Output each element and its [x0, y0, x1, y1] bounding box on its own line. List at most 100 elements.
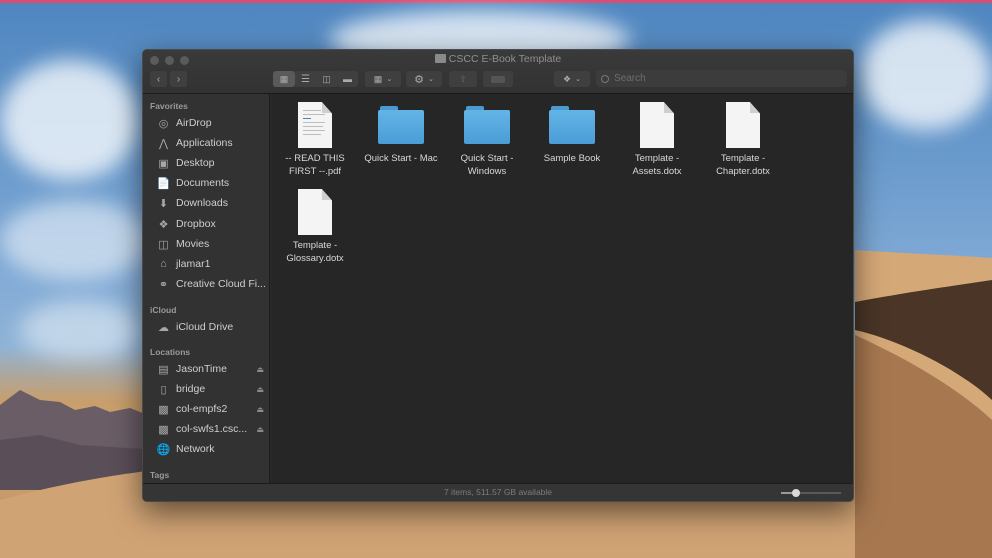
status-text: 7 items, 511.57 GB available	[443, 487, 553, 497]
eject-icon[interactable]: ⏏	[256, 365, 264, 374]
file-name: Template - Chapter.dotx	[716, 153, 770, 177]
cloud	[860, 20, 992, 130]
file-name: Template - Glossary.dotx	[286, 240, 344, 264]
creative-cloud-icon: ⚭	[158, 278, 169, 291]
movies-icon: ◫	[158, 238, 169, 251]
sidebar-item-label: Downloads	[176, 197, 228, 209]
sidebar-item-airdrop[interactable]: ◎ AirDrop	[157, 114, 267, 132]
sidebar-item-label: jlamar1	[176, 258, 211, 270]
sidebar-item-applications[interactable]: ⋀ Applications	[157, 134, 267, 152]
file-item-quick-start-windows[interactable]: Quick Start - Windows	[444, 102, 530, 178]
sidebar-item-col-swfs1[interactable]: ▩ col-swfs1.csc... ⏏	[157, 420, 267, 438]
sidebar-item-col-empfs2[interactable]: ▩ col-empfs2 ⏏	[157, 400, 267, 418]
forward-button[interactable]: ›	[170, 71, 187, 87]
downloads-icon: ⬇	[158, 197, 169, 210]
gallery-view-button[interactable]: ▬	[337, 71, 358, 87]
list-view-button[interactable]: ☰	[295, 71, 316, 87]
sidebar-item-network[interactable]: 🌐 Network	[157, 440, 267, 458]
sidebar-item-icloud-drive[interactable]: ☁ iCloud Drive	[157, 318, 267, 336]
dropbox-icon: ❖	[563, 73, 572, 84]
sidebar-item-label: JasonTime	[176, 363, 227, 375]
cloud-icon: ☁	[158, 321, 169, 334]
group-grid-icon: ▦	[373, 73, 383, 84]
column-view-button[interactable]: ◫	[316, 71, 337, 87]
chevron-down-icon: ⌄	[428, 76, 434, 83]
status-bar: 7 items, 511.57 GB available	[143, 483, 853, 501]
pdf-document-icon	[298, 102, 332, 148]
word-template-icon	[298, 189, 332, 235]
airdrop-icon: ◎	[158, 117, 169, 130]
sidebar-section-icloud: iCloud	[150, 305, 177, 315]
sidebar-item-downloads[interactable]: ⬇ Downloads	[157, 194, 267, 212]
grid-icon: ▦	[279, 73, 289, 84]
list-icon: ☰	[301, 73, 310, 85]
file-item-sample-book[interactable]: Sample Book	[529, 102, 615, 166]
sidebar-item-label: Applications	[176, 137, 233, 149]
folder-icon	[434, 54, 446, 63]
search-icon	[601, 74, 609, 83]
eject-icon[interactable]: ⏏	[256, 425, 264, 434]
file-item-template-assets[interactable]: Template - Assets.dotx	[614, 102, 700, 178]
icon-view-button[interactable]: ▦	[273, 71, 295, 87]
file-item-template-chapter[interactable]: Template - Chapter.dotx	[700, 102, 786, 178]
file-browser: -- READ THIS FIRST --.pdf Quick Start - M…	[271, 94, 853, 485]
eject-icon[interactable]: ⏏	[256, 405, 264, 414]
word-template-icon	[726, 102, 760, 148]
word-template-icon	[640, 102, 674, 148]
gallery-icon: ▬	[343, 74, 352, 84]
sidebar-item-documents[interactable]: 📄 Documents	[157, 174, 267, 192]
server-icon: ▩	[158, 423, 169, 436]
sidebar-item-label: Movies	[176, 238, 210, 250]
folder-icon	[378, 106, 424, 144]
file-item-read-this-first[interactable]: -- READ THIS FIRST --.pdf	[272, 102, 358, 178]
sidebar-item-bridge[interactable]: ▯ bridge ⏏	[157, 380, 267, 398]
chevron-right-icon: ›	[176, 73, 181, 85]
search-field[interactable]: Search	[596, 70, 847, 87]
file-item-template-glossary[interactable]: Template - Glossary.dotx	[272, 189, 358, 265]
slider-knob[interactable]	[792, 489, 800, 497]
search-placeholder: Search	[614, 73, 646, 84]
applications-icon: ⋀	[158, 137, 169, 150]
share-icon: ⇧	[459, 73, 467, 84]
sidebar-item-dropbox[interactable]: ❖ Dropbox	[157, 215, 267, 233]
share-button[interactable]: ⇧	[449, 71, 477, 87]
sidebar-item-desktop[interactable]: ▣ Desktop	[157, 154, 267, 172]
tags-button[interactable]	[483, 71, 513, 87]
icon-size-slider[interactable]	[781, 489, 841, 497]
sidebar-item-label: Dropbox	[176, 218, 216, 230]
sidebar-item-label: Desktop	[176, 157, 215, 169]
menu-accent-line	[0, 0, 992, 3]
tag-icon	[491, 75, 505, 83]
file-name: Sample Book	[543, 153, 601, 164]
sidebar-item-home[interactable]: ⌂ jlamar1	[157, 255, 267, 273]
finder-window: CSCC E-Book Template ‹ › ▦ ☰ ◫ ▬ ▦ ⌄ ⚙ ⌄ ⇧…	[142, 49, 854, 502]
dropbox-icon: ❖	[158, 218, 169, 231]
folder-icon	[464, 106, 510, 144]
sidebar-item-creative-cloud[interactable]: ⚭ Creative Cloud Fi...	[157, 275, 267, 293]
file-item-quick-start-mac[interactable]: Quick Start - Mac	[358, 102, 444, 166]
sidebar-item-label: Documents	[176, 177, 230, 189]
sidebar-item-label: col-empfs2	[176, 403, 228, 415]
sidebar-section-favorites: Favorites	[150, 101, 188, 111]
server-icon: ▩	[158, 403, 169, 416]
eject-icon[interactable]: ⏏	[256, 385, 264, 394]
network-icon: 🌐	[156, 443, 171, 456]
back-button[interactable]: ‹	[150, 71, 167, 87]
action-button[interactable]: ⚙ ⌄	[406, 71, 442, 87]
file-name: Template - Assets.dotx	[632, 153, 682, 177]
sidebar-item-label: col-swfs1.csc...	[176, 423, 248, 435]
sidebar-item-movies[interactable]: ◫ Movies	[157, 235, 267, 253]
sidebar-item-label: AirDrop	[176, 117, 212, 129]
time-machine-icon: ▤	[158, 363, 169, 376]
dropbox-button[interactable]: ❖ ⌄	[554, 71, 590, 87]
sidebar: Favorites ◎ AirDrop ⋀ Applications ▣ Deskto…	[143, 94, 270, 485]
group-button[interactable]: ▦ ⌄	[365, 71, 401, 87]
window-title-text: CSCC E-Book Template	[448, 53, 562, 65]
file-name: Quick Start - Windows	[460, 153, 514, 177]
window-title: CSCC E-Book Template	[143, 53, 853, 65]
chevron-down-icon: ⌄	[575, 76, 581, 83]
chevron-down-icon: ⌄	[386, 76, 393, 83]
sidebar-item-jasontime[interactable]: ▤ JasonTime ⏏	[157, 360, 267, 378]
cloud	[0, 60, 140, 180]
sidebar-item-label: Network	[176, 443, 215, 455]
